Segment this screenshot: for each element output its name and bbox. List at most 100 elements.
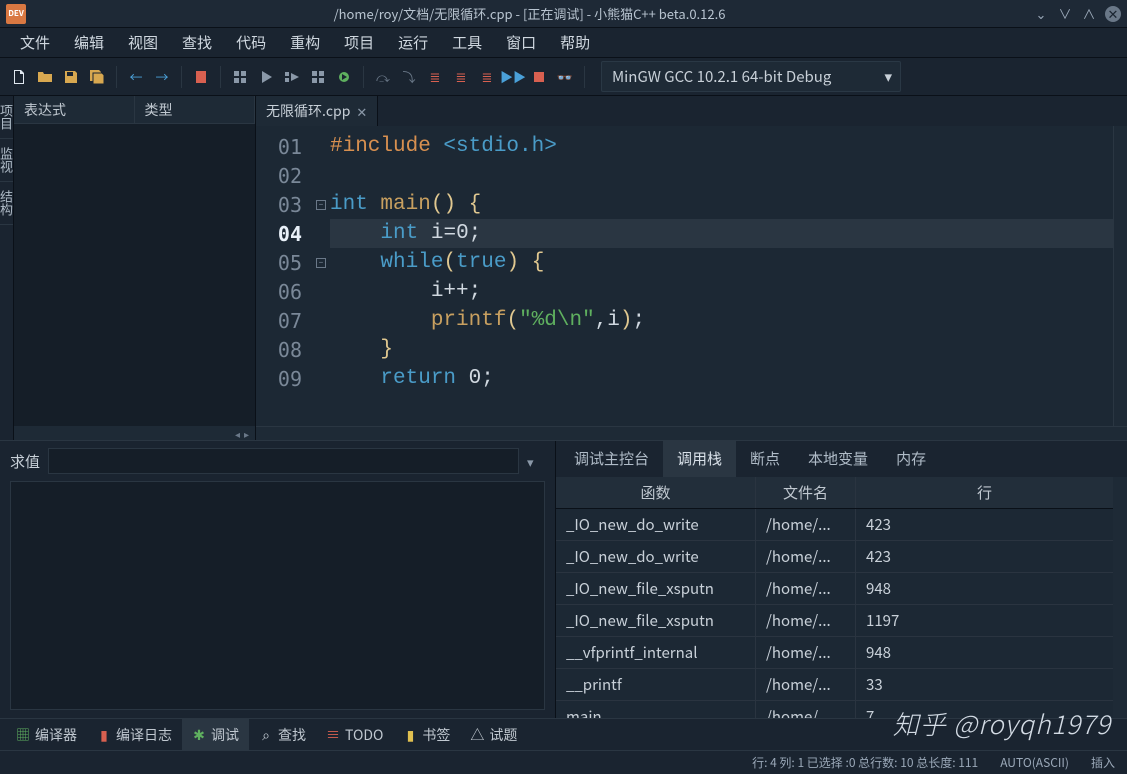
stack-head-fn[interactable]: 函数 bbox=[556, 477, 756, 508]
run-icon[interactable] bbox=[255, 66, 277, 88]
gutter-line[interactable]: 07 bbox=[256, 306, 312, 335]
stack-row[interactable]: __vfprintf_internal/home/...948 bbox=[556, 637, 1113, 669]
gutter-line[interactable]: 06 bbox=[256, 277, 312, 306]
stack-head-line[interactable]: 行 bbox=[856, 477, 1113, 508]
sidebar-tab-项目[interactable]: 项目 bbox=[0, 96, 13, 139]
tab-close-icon[interactable]: ✕ bbox=[356, 102, 367, 121]
gutter-line[interactable]: 09 bbox=[256, 364, 312, 393]
sidebar-tab-结构[interactable]: 结构 bbox=[0, 182, 13, 225]
menu-文件[interactable]: 文件 bbox=[10, 28, 60, 57]
stack-cell-file: /home/... bbox=[756, 701, 856, 718]
menu-运行[interactable]: 运行 bbox=[388, 28, 438, 57]
menu-编辑[interactable]: 编辑 bbox=[64, 28, 114, 57]
code-line[interactable]: return 0; bbox=[330, 364, 1113, 393]
editor-tab[interactable]: 无限循环.cpp ✕ bbox=[256, 96, 378, 126]
step-into-icon[interactable]: ⤵ bbox=[398, 66, 420, 88]
forward-icon[interactable]: → bbox=[151, 66, 173, 88]
menu-窗口[interactable]: 窗口 bbox=[496, 28, 546, 57]
bottom-tab-试题[interactable]: △试题 bbox=[460, 719, 527, 751]
step-out-list-icon[interactable]: ≣ bbox=[424, 66, 446, 88]
main-area: 项目监视结构 表达式 类型 ◂ ▸ 无限循环.cpp ✕ 01020304050… bbox=[0, 96, 1127, 440]
menu-帮助[interactable]: 帮助 bbox=[550, 28, 600, 57]
compile-icon[interactable] bbox=[229, 66, 251, 88]
stack-cell-fn: _IO_new_do_write bbox=[556, 541, 756, 572]
stack-row[interactable]: _IO_new_file_xsputn/home/...1197 bbox=[556, 605, 1113, 637]
gutter-line[interactable]: 01 bbox=[256, 132, 312, 161]
stack-row[interactable]: _IO_new_do_write/home/...423 bbox=[556, 509, 1113, 541]
code-line[interactable]: int i=0; bbox=[330, 219, 1113, 248]
gutter-line[interactable]: 03 bbox=[256, 190, 312, 219]
menu-项目[interactable]: 项目 bbox=[334, 28, 384, 57]
minimize-icon[interactable]: ⌄ bbox=[1033, 6, 1049, 22]
watch-col-type[interactable]: 类型 bbox=[135, 96, 256, 123]
maximize-up-icon[interactable]: ∧ bbox=[1081, 6, 1097, 22]
menu-工具[interactable]: 工具 bbox=[442, 28, 492, 57]
continue-icon[interactable]: ▶▶ bbox=[502, 66, 524, 88]
back-icon[interactable]: ← bbox=[125, 66, 147, 88]
step-over-icon[interactable]: ⤼ bbox=[372, 66, 394, 88]
fold-icon[interactable]: − bbox=[316, 200, 326, 210]
gutter-line[interactable]: 08 bbox=[256, 335, 312, 364]
stack-row[interactable]: _IO_new_do_write/home/...423 bbox=[556, 541, 1113, 573]
stack-cell-fn: _IO_new_do_write bbox=[556, 509, 756, 540]
debug-tab-调试主控台[interactable]: 调试主控台 bbox=[560, 440, 663, 477]
debug-tab-断点[interactable]: 断点 bbox=[736, 440, 794, 477]
stack-vscroll[interactable] bbox=[1113, 477, 1127, 718]
step-list2-icon[interactable]: ≣ bbox=[450, 66, 472, 88]
statusbar: 行: 4 列: 1 已选择 :0 总行数: 10 总长度: 111 AUTO(A… bbox=[0, 750, 1127, 774]
step-list3-icon[interactable]: ≣ bbox=[476, 66, 498, 88]
menu-重构[interactable]: 重构 bbox=[280, 28, 330, 57]
save-icon[interactable] bbox=[60, 66, 82, 88]
debug-tab-调用栈[interactable]: 调用栈 bbox=[663, 440, 736, 477]
gutter-line[interactable]: 04 bbox=[256, 219, 312, 248]
code-area[interactable]: #include <stdio.h>int main() { int i=0; … bbox=[330, 126, 1113, 426]
code-line[interactable]: while(true) { bbox=[330, 248, 1113, 277]
eval-input[interactable] bbox=[48, 448, 519, 474]
watch-panel-body[interactable] bbox=[14, 124, 255, 426]
bottom-tab-书签[interactable]: ▮书签 bbox=[393, 719, 460, 751]
new-file-icon[interactable] bbox=[8, 66, 30, 88]
gutter-line[interactable]: 02 bbox=[256, 161, 312, 190]
bottom-tab-编译日志[interactable]: ▮编译日志 bbox=[87, 719, 182, 751]
compile-run-icon[interactable] bbox=[281, 66, 303, 88]
stop-icon[interactable] bbox=[528, 66, 550, 88]
code-line[interactable]: #include <stdio.h> bbox=[330, 132, 1113, 161]
fold-icon[interactable]: − bbox=[316, 258, 326, 268]
bottom-tab-编译器[interactable]: ▦编译器 bbox=[6, 719, 87, 751]
bottom-tab-调试[interactable]: ✱调试 bbox=[182, 719, 249, 751]
eval-dropdown-icon[interactable]: ▾ bbox=[527, 452, 545, 471]
debug-icon[interactable] bbox=[333, 66, 355, 88]
editor-hscroll[interactable] bbox=[256, 426, 1127, 440]
rebuild-icon[interactable] bbox=[307, 66, 329, 88]
stack-row[interactable]: __printf/home/...33 bbox=[556, 669, 1113, 701]
watch-col-expr[interactable]: 表达式 bbox=[14, 96, 135, 123]
code-line[interactable]: } bbox=[330, 335, 1113, 364]
bottom-tab-TODO[interactable]: ≡TODO bbox=[316, 719, 393, 751]
code-line[interactable]: i++; bbox=[330, 277, 1113, 306]
close-icon[interactable]: ✕ bbox=[1105, 6, 1121, 22]
compiler-select[interactable]: MinGW GCC 10.2.1 64-bit Debug ▾ bbox=[601, 61, 901, 92]
debug-tab-内存[interactable]: 内存 bbox=[882, 440, 940, 477]
menu-视图[interactable]: 视图 bbox=[118, 28, 168, 57]
code-line[interactable]: int main() { bbox=[330, 190, 1113, 219]
maximize-down-icon[interactable]: ∨ bbox=[1057, 6, 1073, 22]
eval-output[interactable] bbox=[10, 481, 545, 710]
bottom-tab-查找[interactable]: ⌕查找 bbox=[249, 719, 316, 751]
stack-head-file[interactable]: 文件名 bbox=[756, 477, 856, 508]
scroll-left-icon[interactable]: ◂ bbox=[233, 426, 242, 441]
stack-row[interactable]: main/home/...7 bbox=[556, 701, 1113, 718]
menu-代码[interactable]: 代码 bbox=[226, 28, 276, 57]
scroll-right-icon[interactable]: ▸ bbox=[242, 426, 251, 441]
sidebar-tab-监视[interactable]: 监视 bbox=[0, 139, 13, 182]
code-line[interactable] bbox=[330, 161, 1113, 190]
debug-tab-本地变量[interactable]: 本地变量 bbox=[794, 440, 882, 477]
glasses-icon[interactable]: 👓 bbox=[554, 66, 576, 88]
gutter-line[interactable]: 05 bbox=[256, 248, 312, 277]
bookmark-icon[interactable] bbox=[190, 66, 212, 88]
stack-row[interactable]: _IO_new_file_xsputn/home/...948 bbox=[556, 573, 1113, 605]
code-line[interactable]: printf("%d\n",i); bbox=[330, 306, 1113, 335]
menu-查找[interactable]: 查找 bbox=[172, 28, 222, 57]
open-file-icon[interactable] bbox=[34, 66, 56, 88]
editor-vscroll[interactable] bbox=[1113, 126, 1127, 426]
save-all-icon[interactable] bbox=[86, 66, 108, 88]
